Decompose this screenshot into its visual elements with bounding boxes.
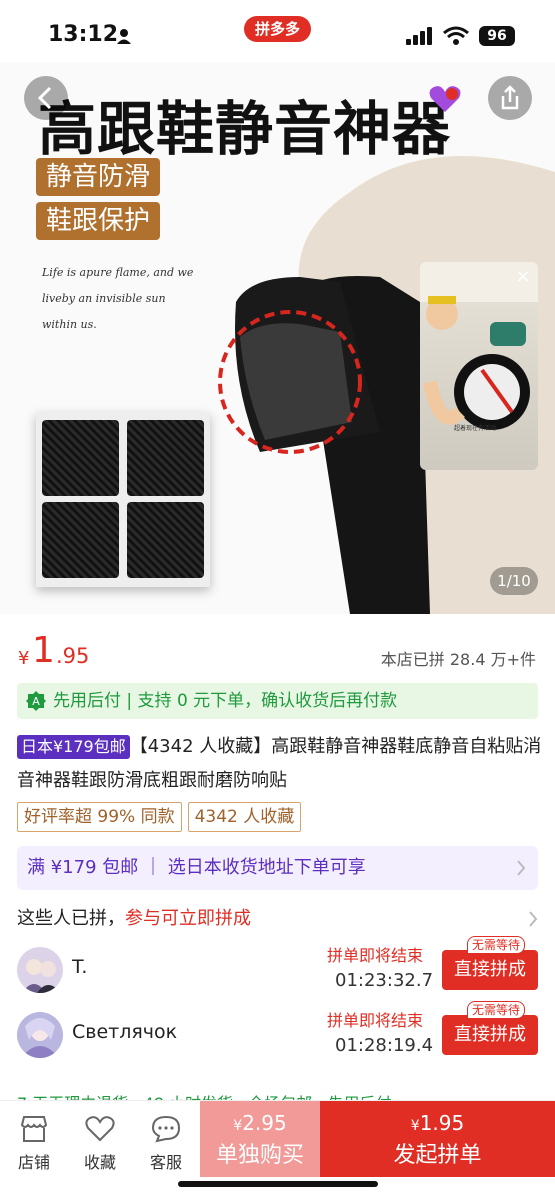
heart-icon	[85, 1116, 115, 1142]
nav-label: 客服	[149, 1153, 182, 1172]
status-bar: 13:12 拼多多 96	[0, 0, 555, 62]
heel-pad	[127, 420, 204, 496]
hero-title: 高跟鞋静音神器	[38, 95, 452, 163]
status-time: 13:12	[48, 22, 119, 47]
chevron-right-icon	[529, 911, 538, 927]
review-tag[interactable]: 好评率超 99% 同款	[17, 802, 182, 832]
sold-count: 本店已拼 28.4 万+件	[380, 650, 536, 669]
pay-later-banner[interactable]: A 先用后付 | 支持 0 元下单，确认收货后再付款	[17, 683, 538, 719]
chat-icon	[151, 1115, 181, 1143]
heart-icon[interactable]	[428, 84, 462, 114]
share-icon	[501, 85, 519, 110]
heel-pad	[42, 502, 119, 578]
image-counter: 1/10	[490, 567, 538, 595]
avatar	[17, 1012, 63, 1058]
buy-alone-button[interactable]: ¥2.95 单独购买	[200, 1101, 320, 1177]
person-icon	[117, 29, 131, 44]
wifi-icon	[443, 26, 469, 45]
start-group-label: 发起拼单	[393, 1143, 482, 1168]
group-ending-label: 拼单即将结束	[327, 1011, 424, 1030]
shipping-promo-bar[interactable]: 满 ¥179 包邮 ｜ 选日本收货地址下单可享	[17, 846, 538, 890]
pay-later-icon: A	[26, 691, 46, 711]
avatar-image	[17, 1012, 63, 1058]
video-caption: 超着现在有活动	[454, 425, 497, 432]
review-tags: 好评率超 99% 同款 4342 人收藏	[17, 802, 307, 832]
hero-tag: 鞋跟保护	[36, 202, 161, 240]
no-wait-badge: 无需等待	[467, 936, 526, 954]
signal-icon	[406, 27, 432, 45]
join-group-button[interactable]: 直接拼成	[442, 1015, 538, 1055]
pay-later-text: 先用后付 | 支持 0 元下单，确认收货后再付款	[53, 691, 398, 711]
shop-icon	[20, 1116, 48, 1142]
user-name: T.	[72, 956, 88, 978]
hero-subtext-line: Life is apure flame, and we	[42, 266, 194, 279]
heel-pad	[42, 420, 119, 496]
hero-subtext-line: within us.	[42, 318, 97, 331]
group-head-text: 这些人已拼，	[17, 908, 125, 929]
home-indicator	[178, 1181, 378, 1187]
price-row: ¥ 1 .95 本店已拼 28.4 万+件	[18, 630, 538, 674]
price-value: 2.95	[242, 1111, 287, 1135]
buy-alone-price: ¥2.95	[200, 1111, 320, 1135]
hero-subtext-line: liveby an invisible sun	[42, 292, 166, 305]
product-image[interactable]: 高跟鞋静音神器 静音防滑 鞋跟保护 Life is apure flame, a…	[0, 62, 555, 614]
customer-service-button[interactable]: 客服	[136, 1109, 196, 1179]
promo-text: 满 ¥179 包邮 ｜ 选日本收货地址下单可享	[27, 857, 366, 878]
free-shipping-badge: 日本¥179包邮	[17, 735, 130, 759]
no-wait-badge: 无需等待	[467, 1001, 526, 1019]
chevron-right-icon	[517, 860, 526, 876]
countdown-timer: 01:28:19.4	[335, 1035, 434, 1056]
video-scene	[420, 262, 538, 430]
heel-pad	[127, 502, 204, 578]
countdown-timer: 01:23:32.7	[335, 970, 434, 991]
user-name: Светлячок	[72, 1021, 178, 1043]
svg-text:A: A	[32, 695, 40, 708]
avatar-image	[17, 947, 63, 993]
favorite-count-tag[interactable]: 4342 人收藏	[187, 802, 302, 832]
currency: ¥	[410, 1118, 420, 1134]
price-decimal: .95	[56, 644, 90, 668]
group-price: ¥1.95	[320, 1111, 555, 1135]
app-badge[interactable]: 拼多多	[244, 16, 311, 42]
group-buy-header[interactable]: 这些人已拼，参与可立即拼成	[17, 904, 538, 934]
currency: ¥	[233, 1118, 243, 1134]
chevron-left-icon	[37, 86, 52, 110]
product-page: 13:12 拼多多 96 高跟鞋静音神器 静音防滑 鞋跟保护 Life is a…	[0, 0, 555, 1200]
group-buy-row: Светлячок 拼单即将结束 01:28:19.4 直接拼成 无需等待	[17, 1001, 538, 1067]
heel-pads-image	[36, 412, 210, 587]
video-thumbnail[interactable]: × 超着现在有活动	[420, 262, 538, 470]
hero-tag: 静音防滑	[36, 158, 161, 196]
nav-label: 收藏	[83, 1153, 116, 1172]
product-title: 日本¥179包邮 【4342 人收藏】高跟鞋静音神器鞋底静音自粘贴消音神器鞋跟防滑…	[17, 730, 542, 798]
back-button[interactable]	[24, 76, 68, 120]
battery-indicator: 96	[479, 26, 515, 46]
buy-alone-label: 单独购买	[215, 1143, 304, 1168]
group-ending-label: 拼单即将结束	[327, 946, 424, 965]
price-value: 1.95	[419, 1111, 465, 1135]
hero-subtext: Life is apure flame, and we liveby an in…	[42, 260, 193, 338]
nav-label: 店铺	[17, 1153, 50, 1172]
close-icon[interactable]: ×	[514, 268, 532, 286]
group-buy-row: T. 拼单即将结束 01:23:32.7 直接拼成 无需等待	[17, 936, 538, 1002]
shop-button[interactable]: 店铺	[4, 1109, 64, 1179]
start-group-button[interactable]: ¥1.95 发起拼单	[320, 1101, 555, 1177]
avatar	[17, 947, 63, 993]
share-button[interactable]	[488, 76, 532, 120]
price-currency: ¥	[18, 648, 30, 669]
group-head-highlight: 参与可立即拼成	[125, 908, 251, 929]
price-integer: 1	[32, 630, 55, 671]
favorite-button[interactable]: 收藏	[70, 1109, 130, 1179]
join-group-button[interactable]: 直接拼成	[442, 950, 538, 990]
